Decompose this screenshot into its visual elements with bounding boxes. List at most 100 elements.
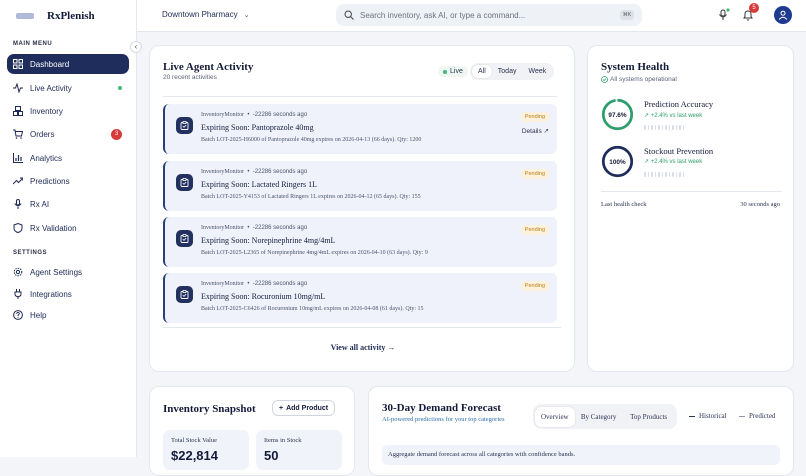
shield-icon [13,223,23,233]
card-title: Inventory Snapshot [163,403,256,415]
live-status-badge: Live [438,66,468,77]
sidebar-item-label: Dashboard [30,59,70,69]
sidebar-item-dashboard[interactable]: Dashboard [7,54,129,74]
sidebar-item-predictions[interactable]: Predictions [7,171,129,191]
tab-week[interactable]: Week [522,65,552,78]
ring-value: 97.6% [608,112,626,119]
tab-all[interactable]: All [472,65,492,78]
sidebar-item-integrations[interactable]: Integrations [7,284,129,304]
agent-name: InventoryMonitor [201,225,244,231]
details-link[interactable]: Details ↗ [522,127,549,135]
sidebar: RxPlenish ‹ MAIN MENU Dashboard Live Act… [0,0,142,457]
user-icon [778,10,788,20]
divider [163,327,561,328]
live-label: Live [450,68,463,75]
metric-change: ↗ +2.4% vs last week [644,113,703,119]
dashboard-icon [13,59,23,69]
sidebar-item-inventory[interactable]: Inventory [7,101,129,121]
search-icon [344,10,354,20]
metric-change-text: +2.4% vs last week [650,159,703,165]
activity-icon [13,83,23,93]
collapse-sidebar-button[interactable]: ‹ [130,41,142,53]
card-title: 30-Day Demand Forecast [382,402,501,414]
divider [601,191,782,192]
activity-item[interactable]: InventoryMonitor • -22286 seconds ago Ex… [163,273,557,323]
boxes-icon [13,106,23,116]
activity-meta: InventoryMonitor • -22286 seconds ago [201,112,308,118]
details-label: Details [521,128,542,135]
sidebar-item-analytics[interactable]: Analytics [7,148,129,168]
help-circle-icon [13,310,23,320]
external-link-icon: ↗ [543,128,549,135]
clipboard-icon [176,117,193,134]
activity-time: -22286 seconds ago [252,281,308,287]
top-header: Downtown Pharmacy ⌄ ⌘K 5 [137,0,806,32]
tab-top-products[interactable]: Top Products [623,410,675,424]
activity-item[interactable]: InventoryMonitor • -22286 seconds ago Ex… [163,217,557,267]
sidebar-item-label: Inventory [30,106,63,116]
voice-assistant-button[interactable] [716,8,730,22]
add-product-button[interactable]: + Add Product [272,400,336,416]
sparkline [644,172,684,177]
gear-icon [13,267,23,277]
activity-meta: InventoryMonitor • -22286 seconds ago [201,281,308,287]
chevron-down-icon: ⌄ [243,11,250,19]
activity-meta: InventoryMonitor • -22286 seconds ago [201,225,308,231]
status-badge: Pending [520,112,549,122]
sidebar-item-label: Live Activity [30,83,72,93]
activity-item[interactable]: InventoryMonitor • -22286 seconds ago Ex… [163,161,557,211]
tab-overview[interactable]: Overview [535,406,575,427]
live-activity-card: Live Agent Activity 20 recent activities… [149,45,575,372]
shortcut-hint: ⌘K [620,10,634,20]
view-all-activity-link[interactable]: View all activity → [150,343,574,352]
microphone-icon [14,199,22,209]
status-badge: Pending [520,281,549,291]
agent-name: InventoryMonitor [201,169,244,175]
legend-swatch [739,415,745,417]
global-search[interactable]: ⌘K [336,4,642,26]
activity-item[interactable]: InventoryMonitor • -22286 seconds ago Ex… [163,104,557,154]
brand-name: RxPlenish [47,10,95,22]
notifications-button[interactable]: 5 [741,3,759,22]
health-status-text: All systems operational [610,76,677,83]
search-input[interactable] [360,10,620,20]
tab-today[interactable]: Today [492,65,523,78]
user-avatar[interactable] [774,6,792,24]
notification-count-badge: 5 [749,3,759,13]
sidebar-item-label: Analytics [30,153,63,163]
sidebar-item-orders[interactable]: Orders 3 [7,124,129,144]
clipboard-icon [176,174,193,191]
sidebar-item-label: Agent Settings [30,267,83,277]
sidebar-item-rx-validation[interactable]: Rx Validation [7,218,129,238]
status-badge: Pending [520,169,549,179]
divider [163,96,557,97]
metric-title: Stockout Prevention [644,146,714,156]
forecast-info-banner: Aggregate demand forecast across all cat… [382,445,780,465]
legend-historical: Historical [689,412,727,420]
sidebar-item-agent-settings[interactable]: Agent Settings [7,262,129,282]
activity-title: Expiring Soon: Rocuronium 10mg/mL [201,292,326,301]
location-selector[interactable]: Downtown Pharmacy ⌄ [162,10,249,19]
brand[interactable]: RxPlenish [0,0,136,32]
sidebar-item-help[interactable]: Help [7,305,129,325]
sidebar-item-live-activity[interactable]: Live Activity [7,78,129,98]
stat-value: 50 [264,448,279,463]
tab-by-category[interactable]: By Category [575,410,623,424]
cart-icon [13,129,23,139]
activity-range-tabs: All Today Week [470,63,555,80]
activity-meta: InventoryMonitor • -22286 seconds ago [201,169,308,175]
forecast-view-tabs: Overview By Category Top Products [533,404,677,429]
metric-title: Prediction Accuracy [644,99,714,109]
sidebar-item-rx-ai[interactable]: Rx AI [7,194,129,214]
legend-label: Predicted [749,412,776,420]
sidebar-item-label: Orders [30,129,55,139]
stat-value: $22,814 [171,448,218,463]
sparkline [644,125,684,130]
prediction-accuracy-ring: 97.6% [601,98,634,131]
clipboard-icon [176,230,193,247]
ring-value: 100% [609,159,626,166]
check-circle-icon [601,76,608,83]
location-name: Downtown Pharmacy [162,10,238,19]
forecast-subtitle: AI-powered predictions for your top cate… [382,416,505,423]
activity-time: -22286 seconds ago [252,225,308,231]
